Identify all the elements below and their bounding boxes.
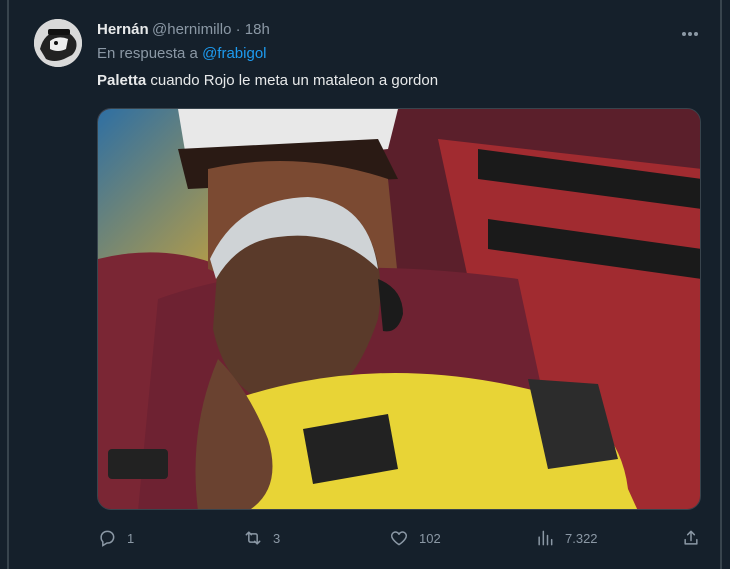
- share-action[interactable]: [681, 528, 711, 548]
- tweet-text: Paletta cuando Rojo le meta un mataleon …: [97, 72, 438, 89]
- more-horizontal-icon[interactable]: [682, 23, 702, 36]
- tweet-time[interactable]: 18h: [245, 21, 270, 38]
- tweet-actions: 1 3 102 7.322: [0, 520, 730, 554]
- reply-prefix: En respuesta a: [97, 45, 198, 62]
- author-meta: @hernimillo · 18h: [152, 21, 270, 38]
- retweet-count: 3: [273, 530, 281, 546]
- views-action[interactable]: 7.322: [535, 528, 598, 548]
- retweet-icon: [245, 531, 261, 545]
- retweet-action[interactable]: 3: [243, 528, 280, 548]
- share-icon: [684, 530, 698, 545]
- author-handle[interactable]: @hernimillo: [152, 21, 231, 38]
- views-count: 7.322: [565, 530, 598, 546]
- meta-separator: ·: [235, 21, 241, 38]
- reply-icon: [100, 530, 115, 547]
- reply-to-link[interactable]: @frabigol: [202, 45, 266, 62]
- heart-icon: [390, 531, 408, 546]
- reply-context: En respuesta a @frabigol: [97, 45, 267, 62]
- tweet-text-rest: cuando Rojo le meta un mataleon a gordon: [146, 72, 439, 89]
- avatar[interactable]: [34, 19, 82, 67]
- panel-border-left: [7, 0, 9, 569]
- panel-border-right: [720, 0, 722, 569]
- like-count: 102: [419, 530, 441, 546]
- author-name[interactable]: Hernán: [97, 21, 149, 38]
- like-action[interactable]: 102: [389, 528, 441, 548]
- tweet-media-image[interactable]: [97, 108, 701, 510]
- reply-action[interactable]: 1: [97, 528, 134, 548]
- tweet-text-bold: Paletta: [97, 72, 147, 89]
- reply-count: 1: [127, 530, 135, 546]
- views-icon: [538, 530, 553, 546]
